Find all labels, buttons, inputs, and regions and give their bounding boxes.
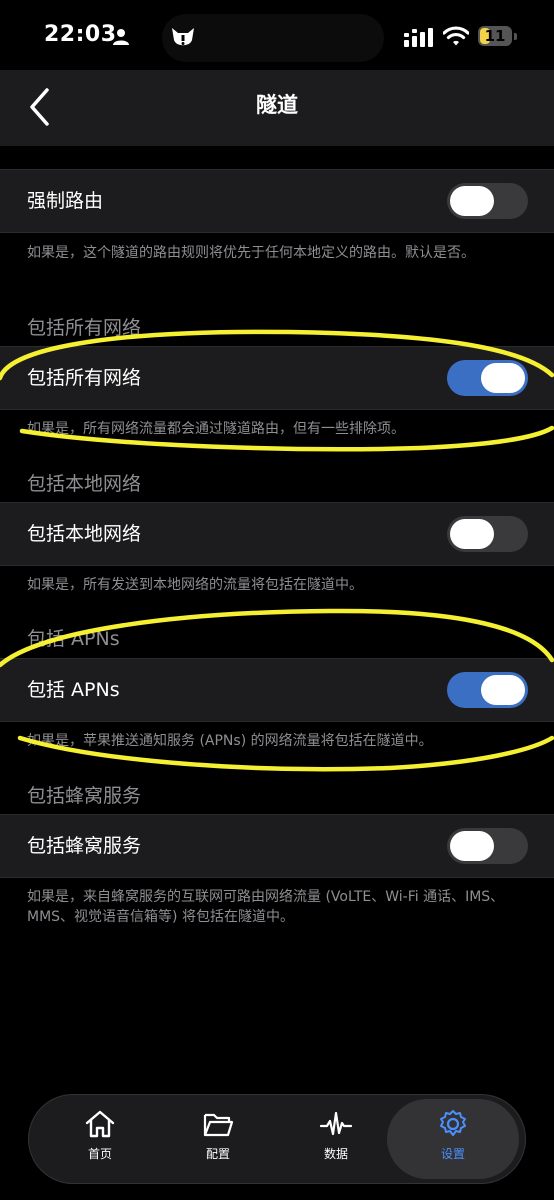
tab-data-label: 数据 <box>323 1147 348 1161</box>
tab-data[interactable]: 数据 <box>277 1095 395 1183</box>
tab-bar: 首页 配置 数据 设置 <box>28 1094 526 1184</box>
toggle-knob <box>450 831 494 861</box>
include-local-networks-label: 包括本地网络 <box>27 523 142 545</box>
include-local-networks-header: 包括本地网络 <box>27 473 142 495</box>
wifi-icon <box>443 26 469 46</box>
force-routing-row: 强制路由 <box>0 169 554 233</box>
cellular-signal-icon <box>404 28 433 47</box>
include-apns-label: 包括 APNs <box>27 679 120 701</box>
tab-home[interactable]: 首页 <box>41 1095 159 1183</box>
include-all-networks-description: 如果是，所有网络流量都会通过隧道路由，但有一些排除项。 <box>27 421 405 437</box>
force-routing-description: 如果是，这个隧道的路由规则将优先于任何本地定义的路由。默认是否。 <box>27 245 475 261</box>
toggle-knob <box>450 186 494 216</box>
waveform-icon <box>320 1111 352 1136</box>
tab-home-label: 首页 <box>87 1147 112 1161</box>
include-all-networks-toggle[interactable] <box>447 360 528 396</box>
gear-icon <box>440 1110 466 1136</box>
include-cellular-toggle[interactable] <box>447 828 528 864</box>
toggle-knob <box>450 519 494 549</box>
folder-icon <box>203 1113 234 1137</box>
include-apns-toggle[interactable] <box>447 672 528 708</box>
include-apns-description: 如果是，苹果推送通知服务 (APNs) 的网络流量将包括在隧道中。 <box>27 733 433 749</box>
toggle-knob <box>481 675 525 705</box>
status-bar: 22:03 11 <box>0 0 554 70</box>
force-routing-toggle[interactable] <box>447 183 528 219</box>
include-cellular-row: 包括蜂窝服务 <box>0 814 554 878</box>
toggle-knob <box>481 363 525 393</box>
page-title: 隧道 <box>256 93 298 117</box>
include-local-networks-description: 如果是，所有发送到本地网络的流量将包括在隧道中。 <box>27 577 363 593</box>
include-apns-header: 包括 APNs <box>27 628 120 650</box>
include-cellular-header: 包括蜂窝服务 <box>27 785 142 807</box>
include-cellular-label: 包括蜂窝服务 <box>27 835 142 857</box>
app-activity-icon <box>172 28 194 46</box>
status-time: 22:03 <box>44 22 117 47</box>
include-all-networks-row: 包括所有网络 <box>0 346 554 410</box>
person-icon <box>113 29 129 45</box>
include-local-networks-row: 包括本地网络 <box>0 502 554 566</box>
house-icon <box>85 1110 115 1138</box>
include-cellular-description: 如果是，来自蜂窝服务的互联网可路由网络流量 (VoLTE、Wi-Fi 通话、IM… <box>27 889 505 925</box>
include-all-networks-header: 包括所有网络 <box>27 317 142 339</box>
tab-config[interactable]: 配置 <box>159 1095 277 1183</box>
nav-bar: 隧道 <box>0 70 554 146</box>
battery-level: 11 <box>484 27 506 45</box>
tab-settings[interactable]: 设置 <box>387 1099 519 1179</box>
tab-config-label: 配置 <box>205 1147 230 1161</box>
force-routing-label: 强制路由 <box>27 190 104 212</box>
include-local-networks-toggle[interactable] <box>447 516 528 552</box>
include-apns-row: 包括 APNs <box>0 658 554 722</box>
include-all-networks-label: 包括所有网络 <box>27 367 142 389</box>
battery-icon: 11 <box>478 26 518 48</box>
tab-settings-label: 设置 <box>440 1147 465 1161</box>
